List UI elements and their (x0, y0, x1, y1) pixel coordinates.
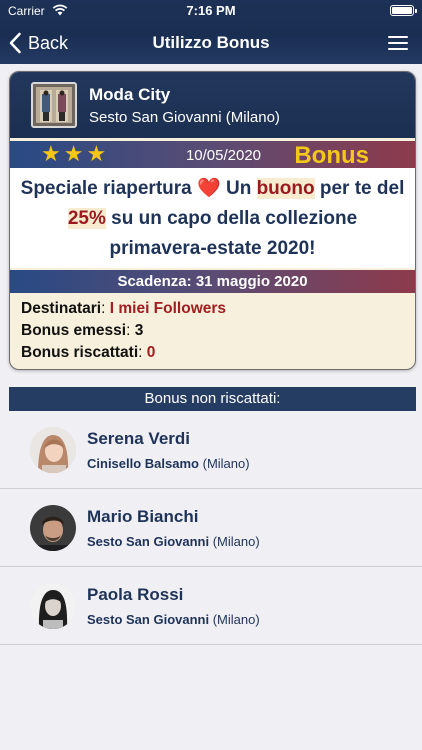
person-name: Mario Bianchi (87, 507, 199, 526)
person-city: Sesto San Giovanni (87, 612, 210, 627)
page-title: Utilizzo Bonus (152, 33, 270, 52)
bonus-stats: Destinatari: I miei Followers Bonus emes… (21, 298, 226, 364)
shop-location: Sesto San Giovanni (Milano) (89, 109, 280, 126)
person-city: Cinisello Balsamo (87, 456, 199, 471)
person-location: Cinisello Balsamo (Milano) (87, 456, 250, 471)
list-item[interactable]: Serena Verdi Cinisello Balsamo (Milano) (0, 411, 422, 489)
recipients-value: I miei Followers (109, 300, 227, 317)
offer-text: Speciale riapertura ❤️ Un buono per te d… (10, 168, 415, 268)
offer-text-part: Un (220, 178, 257, 199)
separator: : (101, 300, 110, 317)
shop-name: Moda City (89, 85, 171, 104)
section-header: Bonus non riscattati: (9, 387, 416, 411)
list-item[interactable]: Paola Rossi Sesto San Giovanni (Milano) (0, 567, 422, 645)
deadline-bar: Scadenza: 31 maggio 2020 (10, 270, 415, 293)
person-province: (Milano) (212, 612, 260, 627)
hamburger-menu-icon[interactable] (388, 36, 408, 50)
shop-header: Moda City Sesto San Giovanni (Milano) (10, 72, 415, 138)
status-bar: Carrier 7:16 PM (0, 0, 422, 22)
person-province: (Milano) (202, 456, 250, 471)
top-bar: Carrier 7:16 PM Back Utilizzo Bonus (0, 0, 422, 64)
shop-thumbnail (31, 82, 77, 128)
bonus-card: Moda City Sesto San Giovanni (Milano) ★★… (9, 71, 416, 370)
person-location: Sesto San Giovanni (Milano) (87, 534, 260, 549)
bonus-info-strip: ★★★ 10/05/2020 Bonus (10, 141, 415, 169)
navigation-bar: Back Utilizzo Bonus (0, 22, 422, 64)
offer-highlight-buono: buono (256, 178, 315, 199)
list-item[interactable]: Mario Bianchi Sesto San Giovanni (Milano… (0, 489, 422, 567)
person-name: Paola Rossi (87, 585, 184, 604)
bonus-label: Bonus (294, 142, 369, 169)
avatar (30, 583, 76, 629)
clock: 7:16 PM (186, 3, 236, 18)
offer-text-part: per te del (314, 178, 405, 199)
person-location: Sesto San Giovanni (Milano) (87, 612, 260, 627)
issued-row: Bonus emessi: 3 (21, 320, 226, 342)
redeemed-row: Bonus riscattati: 0 (21, 342, 226, 364)
recipients-row: Destinatari: I miei Followers (21, 298, 226, 320)
separator: : (126, 322, 135, 339)
separator: : (138, 344, 147, 361)
issued-value: 3 (134, 322, 144, 339)
avatar (30, 427, 76, 473)
battery-icon (390, 5, 417, 16)
issued-label: Bonus emessi (21, 322, 127, 339)
person-province: (Milano) (212, 534, 260, 549)
avatar (30, 505, 76, 551)
offer-highlight-percent: 25% (67, 208, 106, 229)
offer-text-part: Speciale riapertura (20, 178, 198, 199)
redeemed-value: 0 (146, 344, 156, 361)
offer-text-part: su un capo della collezione primavera-es… (105, 208, 358, 259)
people-list: Serena Verdi Cinisello Balsamo (Milano) … (0, 411, 422, 645)
person-city: Sesto San Giovanni (87, 534, 210, 549)
person-name: Serena Verdi (87, 429, 191, 448)
heart-icon: ❤️ (197, 178, 221, 199)
redeemed-label: Bonus riscattati (21, 344, 139, 361)
recipients-label: Destinatari (21, 300, 102, 317)
